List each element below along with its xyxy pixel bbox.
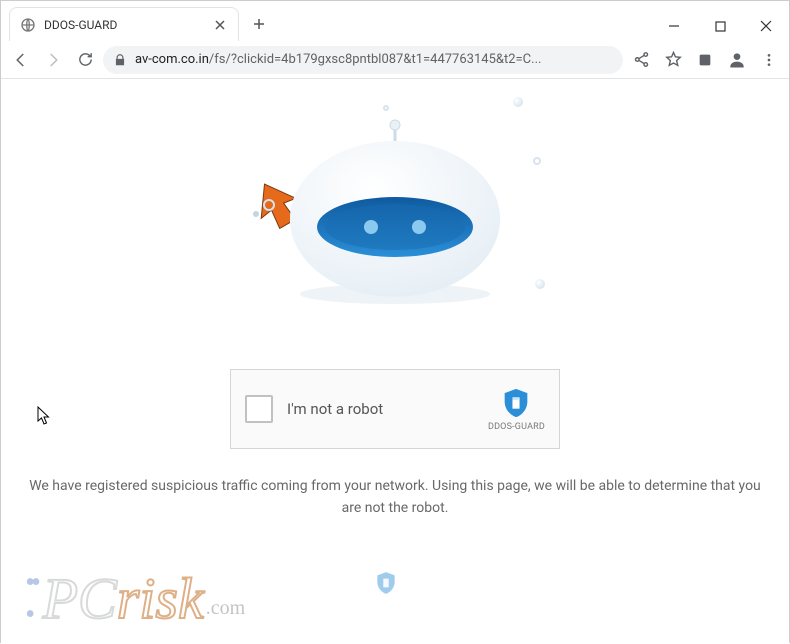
maximize-button[interactable]: [697, 11, 743, 41]
robot-illustration: [235, 99, 555, 309]
bookmark-icon[interactable]: [659, 46, 687, 74]
close-window-button[interactable]: [743, 11, 789, 41]
watermark-risk: risk: [117, 565, 204, 632]
watermark: ••• PCrisk.com: [25, 565, 245, 632]
captcha-checkbox[interactable]: [245, 395, 273, 423]
captcha-brand: DDOS-GUARD: [488, 386, 545, 432]
small-shield-icon: [371, 570, 401, 600]
extensions-icon[interactable]: [691, 46, 719, 74]
globe-icon: [20, 17, 36, 33]
minimize-button[interactable]: [651, 11, 697, 41]
url-host: av-com.co.in: [135, 52, 209, 67]
shield-icon: [499, 386, 533, 420]
tab-title: DDOS-GUARD: [44, 18, 117, 32]
lock-icon: [113, 53, 127, 67]
watermark-dots-icon: •••: [25, 567, 37, 631]
browser-toolbar: av-com.co.in/fs/?clickid=4b179gxsc8pntbl…: [1, 41, 789, 79]
profile-icon[interactable]: [723, 46, 751, 74]
captcha-brand-name: DDOS-GUARD: [488, 422, 545, 432]
close-tab-icon[interactable]: [212, 17, 228, 33]
window-controls: [651, 11, 789, 41]
watermark-dotcom: .com: [206, 597, 245, 620]
watermark-pc: PC: [43, 565, 117, 632]
captcha-widget: I'm not a robot DDOS-GUARD: [230, 369, 560, 449]
back-button[interactable]: [7, 46, 35, 74]
address-bar[interactable]: av-com.co.in/fs/?clickid=4b179gxsc8pntbl…: [103, 46, 623, 74]
reload-button[interactable]: [71, 46, 99, 74]
browser-tab[interactable]: DDOS-GUARD: [9, 7, 239, 41]
url-path: /fs/?clickid=4b179gxsc8pntbl087&t1=44776…: [209, 52, 542, 67]
suspicious-traffic-message: We have registered suspicious traffic co…: [1, 475, 789, 520]
window-titlebar: DDOS-GUARD: [1, 1, 789, 41]
forward-button[interactable]: [39, 46, 67, 74]
mouse-cursor-icon: [37, 406, 51, 426]
page-content: I'm not a robot DDOS-GUARD We have regis…: [1, 79, 789, 644]
new-tab-button[interactable]: [245, 10, 273, 38]
captcha-label: I'm not a robot: [287, 400, 383, 418]
share-icon[interactable]: [627, 46, 655, 74]
menu-icon[interactable]: [755, 46, 783, 74]
